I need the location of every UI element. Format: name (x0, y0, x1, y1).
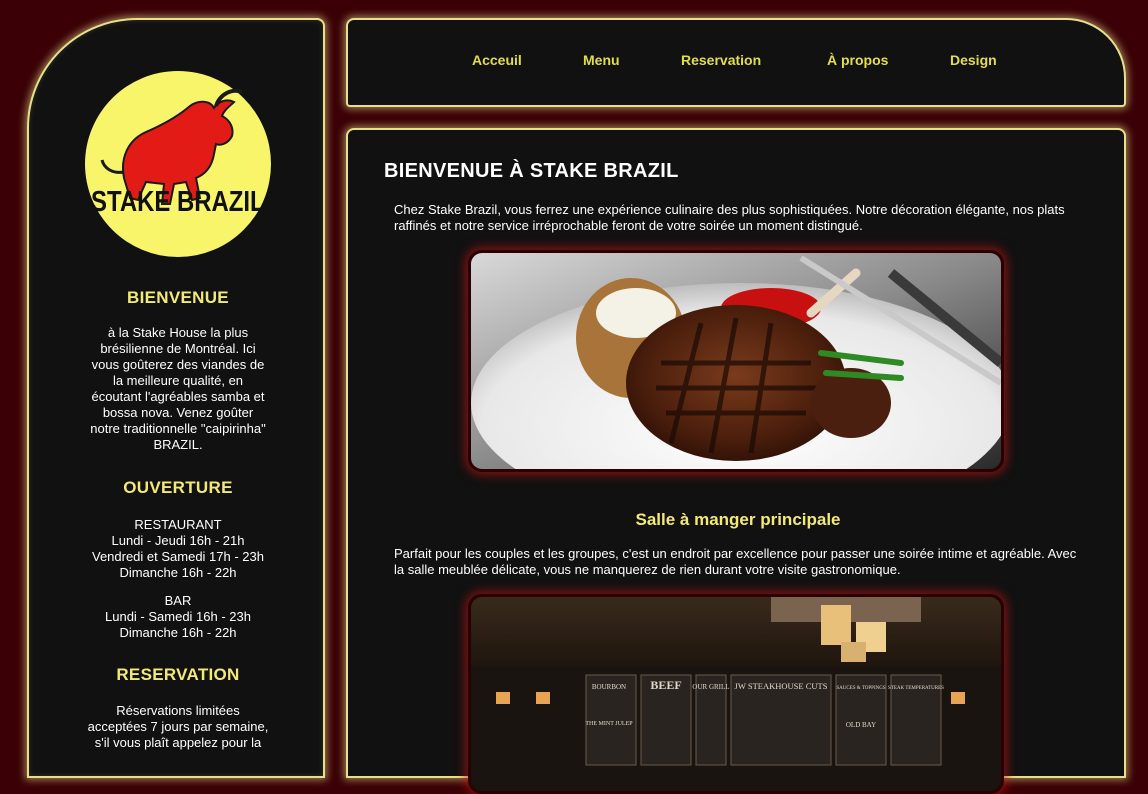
board-steakhouse-cuts: JW STEAKHOUSE CUTS (735, 681, 828, 691)
board-mint-julep: THE MINT JULEP (585, 721, 633, 727)
bar-label: BAR (164, 593, 192, 608)
board-sauces: SAUCES & TOPPINGS (836, 686, 885, 691)
dining-room-photo: BOURBON BEEF OUR GRILL JW STEAKHOUSE CUT… (468, 594, 1004, 794)
welcome-line: à la Stake House la plus (107, 325, 249, 340)
intro-text: Chez Stake Brazil, vous ferrez une expér… (394, 202, 1065, 233)
welcome-section: BIENVENUE à la Stake House la plus brési… (29, 288, 327, 453)
restaurant-hours: RESTAURANT Lundi - Jeudi 16h - 21h Vendr… (29, 517, 327, 581)
nav-link-acceuil[interactable]: Acceuil (472, 52, 522, 68)
welcome-line: brésilienne de Montréal. Ici (100, 341, 256, 356)
sidebar: STAKE BRAZIL BIENVENUE à la Stake House … (27, 18, 325, 778)
welcome-line: BRAZIL. (153, 437, 203, 452)
hours-line: Vendredi et Samedi 17h - 23h (91, 549, 264, 564)
steak-image (471, 253, 1001, 469)
board-grill: OUR GRILL (692, 683, 729, 691)
welcome-line: notre traditionnelle "caipirinha" (90, 421, 266, 436)
steak-photo (468, 250, 1004, 472)
dining-room-text: Parfait pour les couples et les groupes,… (394, 546, 1077, 577)
top-navigation: Acceuil Menu Reservation À propos Design (346, 18, 1126, 107)
hours-line: Lundi - Samedi 16h - 23h (105, 609, 251, 624)
board-temperatures: STEAK TEMPERATURES (888, 686, 944, 691)
hours-heading: OUVERTURE (123, 478, 233, 497)
hours-line: Dimanche 16h - 22h (119, 625, 237, 640)
board-beef: BEEF (650, 678, 681, 692)
welcome-text: à la Stake House la plus brésilienne de … (29, 325, 327, 453)
welcome-line: écoutant l'agréables samba et (91, 389, 265, 404)
nav-link-a-propos[interactable]: À propos (827, 52, 888, 68)
nav-link-design[interactable]: Design (950, 52, 997, 68)
welcome-line: bossa nova. Venez goûter (102, 405, 254, 420)
hours-section: OUVERTURE RESTAURANT Lundi - Jeudi 16h -… (29, 478, 327, 641)
stake-brazil-logo[interactable]: STAKE BRAZIL (84, 70, 272, 258)
board-old-bay: OLD BAY (846, 721, 876, 729)
welcome-line: la meilleure qualité, en (112, 373, 244, 388)
welcome-heading: BIENVENUE (127, 288, 229, 307)
reservation-section: RESERVATION Réservations limitées accept… (29, 665, 327, 751)
hours-line: Lundi - Jeudi 16h - 21h (111, 533, 245, 548)
dining-room-title: Salle à manger principale (635, 510, 841, 529)
main-content: BIENVENUE À STAKE BRAZIL Chez Stake Braz… (346, 128, 1126, 794)
reservation-line: acceptées 7 jours par semaine, (87, 719, 269, 734)
reservation-line: s'il vous plaît appelez pour la (94, 735, 262, 750)
bar-hours: BAR Lundi - Samedi 16h - 23h Dimanche 16… (29, 593, 327, 641)
nav-link-reservation[interactable]: Reservation (681, 52, 761, 68)
reservation-text: Réservations limitées acceptées 7 jours … (29, 703, 327, 751)
nav-link-menu[interactable]: Menu (583, 52, 620, 68)
dining-room-image: BOURBON BEEF OUR GRILL JW STEAKHOUSE CUT… (471, 597, 1001, 791)
reservation-line: Réservations limitées (116, 703, 240, 718)
hours-line: Dimanche 16h - 22h (119, 565, 237, 580)
page-title: BIENVENUE À STAKE BRAZIL (384, 160, 679, 182)
board-bourbon: BOURBON (592, 683, 626, 691)
welcome-line: vous goûterez des viandes de (91, 357, 265, 372)
reservation-heading: RESERVATION (116, 665, 240, 684)
restaurant-label: RESTAURANT (134, 517, 222, 532)
logo-text: STAKE BRAZIL (91, 185, 265, 218)
